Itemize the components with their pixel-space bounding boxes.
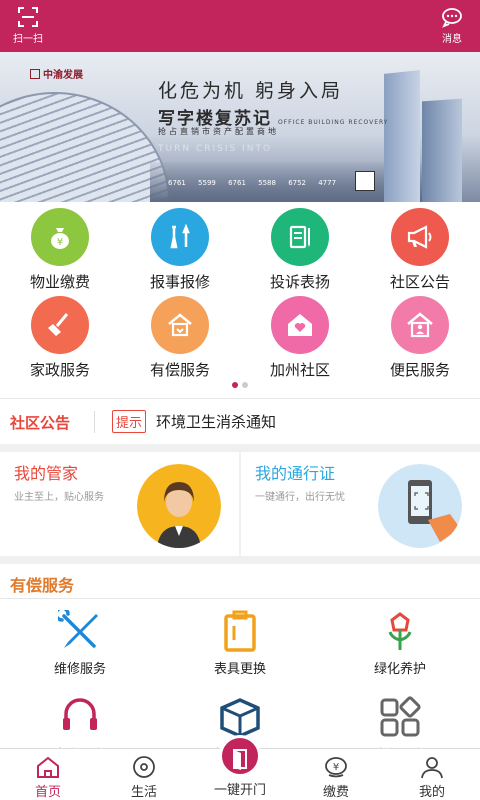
banner-phone: 6761 5588 [228, 179, 276, 187]
tab-label: 一键开门 [213, 783, 266, 798]
meter-box-icon [224, 610, 256, 652]
notice-text[interactable]: 环境卫生消杀通知 [156, 411, 276, 432]
tools-icon [151, 208, 209, 266]
steward-subtitle: 业主至上，贴心服务 [14, 492, 104, 503]
svg-text:¥: ¥ [333, 762, 339, 773]
grid-item-housekeeping[interactable]: 家政服务 [0, 290, 120, 379]
banner-phone: 6752 4777 [288, 179, 337, 187]
pager-dot[interactable] [242, 382, 248, 388]
tab-label: 生活 [130, 785, 157, 800]
package-icon [220, 698, 260, 738]
notice-tag: 提示 [112, 410, 147, 433]
grid-pager-dots [0, 373, 480, 392]
paid-services-title: 有偿服务 [10, 576, 75, 595]
phone-pass-icon [378, 464, 462, 548]
banner-logo: 中渝发展 [30, 66, 83, 81]
tab-home[interactable]: 首页 [0, 749, 96, 800]
paid-item-greening[interactable]: 绿化养护 [320, 604, 480, 684]
broom-icon [31, 296, 89, 354]
top-bar: 扫一扫 消息 [0, 0, 480, 52]
pass-title: 我的通行证 [255, 464, 336, 483]
flower-icon [388, 612, 412, 650]
open-door-button[interactable] [219, 735, 261, 777]
notebook-pen-icon [271, 208, 329, 266]
notice-divider [94, 411, 95, 433]
megaphone-icon [391, 208, 449, 266]
message-button[interactable]: 消息 [430, 6, 474, 45]
grid-item-repair[interactable]: 报事报修 [120, 202, 240, 291]
banner-subhead-en: OFFICE BUILDING RECOVERY [278, 119, 389, 126]
notice-title: 社区公告 [10, 414, 71, 432]
wrench-screwdriver-icon [58, 610, 98, 648]
steward-title: 我的管家 [14, 464, 79, 483]
paid-item-repair[interactable]: 维修服务 [0, 604, 160, 684]
user-icon [421, 757, 443, 779]
grid-item-label: 报事报修 [149, 273, 210, 291]
banner-ghost-text: TURN CRISIS INTO [158, 144, 273, 154]
steward-avatar [137, 464, 221, 548]
tab-mine[interactable]: 我的 [384, 749, 480, 800]
scan-label: 扫一扫 [13, 34, 43, 45]
function-grid: ¥ 物业缴费 报事报修 投诉表扬 社区公告 家政服务 有偿服务 加州社区 便民服… [0, 202, 480, 398]
chat-bubble-icon [442, 8, 462, 28]
app-root: 扫一扫 消息 中渝发展 化危为机 躬身入局 写字楼复苏记 OFFICE BUILD… [0, 0, 480, 800]
scan-icon [18, 7, 38, 27]
grid-item-complaint[interactable]: 投诉表扬 [240, 202, 360, 291]
tab-label: 缴费 [322, 785, 349, 800]
grid-item-label: 投诉表扬 [269, 273, 330, 291]
service-cards: 我的管家 业主至上，贴心服务 我的通行证 一键通行，出行无忧 [0, 452, 480, 556]
grid-item-california-community[interactable]: 加州社区 [240, 290, 360, 379]
grid-item-paid-service[interactable]: 有偿服务 [120, 290, 240, 379]
house-person-icon [391, 296, 449, 354]
house-heart-icon [271, 296, 329, 354]
grid-item-label: 物业缴费 [29, 273, 90, 291]
headset-icon [63, 698, 97, 730]
promo-banner[interactable]: 中渝发展 化危为机 躬身入局 写字楼复苏记 OFFICE BUILDING REC… [0, 52, 480, 202]
money-bag-icon: ¥ [31, 208, 89, 266]
grid-item-label: 社区公告 [389, 273, 450, 291]
steward-card[interactable]: 我的管家 业主至上，贴心服务 [0, 452, 239, 556]
banner-dome-graphic [0, 92, 170, 202]
paid-item-meter[interactable]: 表具更换 [160, 604, 320, 684]
pager-dot-active[interactable] [232, 382, 238, 388]
scan-button[interactable]: 扫一扫 [6, 6, 50, 45]
bottom-tab-bar: 首页 生活 一键开门 ¥ 缴费 我的 [0, 735, 480, 800]
tab-payment[interactable]: ¥ 缴费 [288, 749, 384, 800]
disc-icon [133, 756, 155, 778]
grid-item-community-notice[interactable]: 社区公告 [360, 202, 480, 291]
banner-tower-graphic-2 [422, 98, 462, 202]
all-services-icon [380, 696, 421, 737]
banner-phone: 6761 5599 [168, 179, 216, 187]
banner-tower-graphic [384, 70, 420, 202]
paid-item-label: 绿化养护 [373, 662, 426, 677]
door-icon [233, 749, 247, 770]
banner-qr-code [355, 171, 375, 191]
paid-services-section: 有偿服务 维修服务 表具更换 绿化养护 [0, 556, 480, 763]
pass-subtitle: 一键通行，出行无忧 [255, 492, 345, 503]
tab-label: 首页 [34, 785, 61, 800]
community-notice-bar[interactable]: 社区公告 提示 环境卫生消杀通知 [0, 398, 480, 444]
payment-icon: ¥ [325, 757, 347, 778]
banner-phones: 6761 5599 6761 5588 6752 4777 [168, 179, 336, 187]
paid-item-label: 表具更换 [213, 662, 266, 677]
message-label: 消息 [442, 34, 462, 45]
grid-item-convenience[interactable]: 便民服务 [360, 290, 480, 379]
home-icon [37, 756, 59, 778]
tab-open-door[interactable]: 一键开门 [192, 735, 288, 800]
paid-services-divider [0, 598, 480, 599]
paid-item-label: 维修服务 [53, 662, 106, 677]
tab-label: 我的 [418, 785, 445, 800]
banner-tagline: 抢占直销市资产配置商地 [158, 127, 279, 136]
svg-text:¥: ¥ [57, 237, 63, 248]
banner-headline: 化危为机 躬身入局 [158, 80, 344, 102]
tab-life[interactable]: 生活 [96, 749, 192, 800]
pass-card[interactable]: 我的通行证 一键通行，出行无忧 [241, 452, 480, 556]
grid-item-property-fee[interactable]: ¥ 物业缴费 [0, 202, 120, 291]
house-service-icon [151, 296, 209, 354]
